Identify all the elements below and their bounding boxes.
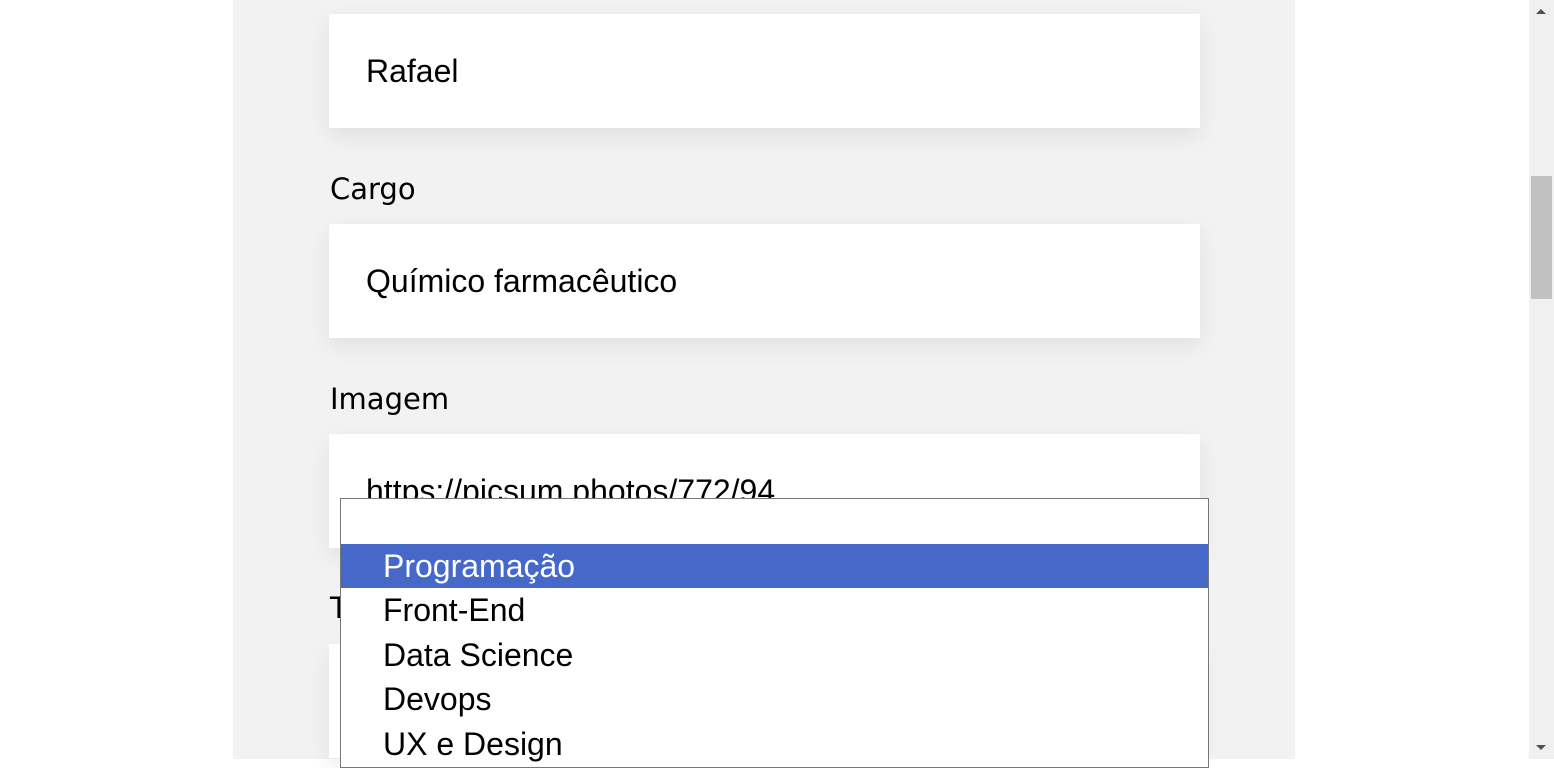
scrollbar-thumb[interactable] [1531, 176, 1552, 299]
imagem-label: Imagem [330, 382, 450, 416]
page-scrollbar[interactable] [1529, 0, 1554, 759]
option-front-end[interactable]: Front-End [341, 588, 1208, 633]
option-empty[interactable] [341, 499, 1208, 544]
option-data-science[interactable]: Data Science [341, 633, 1208, 678]
name-input[interactable]: Rafael [329, 14, 1200, 128]
scroll-down-arrow-icon[interactable] [1536, 745, 1546, 750]
time-dropdown-list[interactable]: Programação Front-End Data Science Devop… [340, 498, 1209, 768]
scroll-up-arrow-icon[interactable] [1536, 9, 1546, 14]
option-programacao[interactable]: Programação [341, 543, 1208, 588]
cargo-input[interactable]: Químico farmacêutico [329, 224, 1200, 338]
cargo-label: Cargo [330, 172, 416, 206]
option-ux-design[interactable]: UX e Design [341, 722, 1208, 767]
option-devops[interactable]: Devops [341, 677, 1208, 722]
